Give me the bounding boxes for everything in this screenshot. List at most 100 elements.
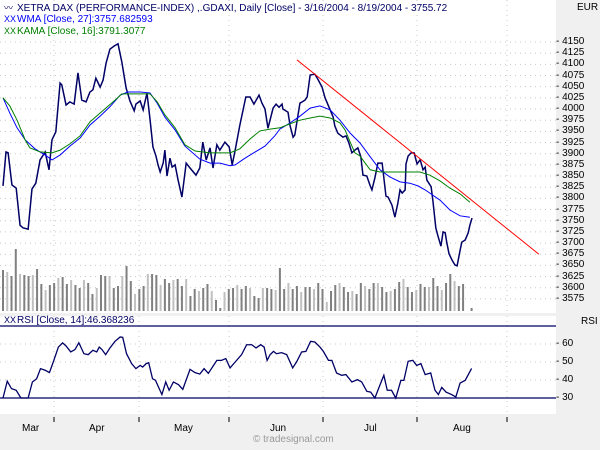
legend-kama[interactable]: XXKAMA [Close, 16]:3791.3077 — [4, 26, 145, 37]
volume-bar — [215, 300, 217, 311]
volume-bar — [287, 283, 290, 311]
price-tick-label: - 3625 — [556, 270, 585, 282]
month-label: Aug — [453, 423, 471, 434]
volume-bar — [232, 288, 235, 311]
volume-bar — [462, 284, 465, 311]
volume-bar — [138, 289, 141, 311]
price-tick-label: - 3750 — [556, 214, 585, 226]
price-tick-label: - 3975 — [556, 114, 585, 126]
volume-bar — [53, 283, 56, 311]
volume-bar — [440, 290, 443, 311]
volume-bar — [291, 289, 294, 311]
volume-bar — [406, 287, 409, 311]
indicator-icon: XX — [4, 315, 17, 325]
volume-bar — [227, 289, 230, 311]
volume-bar — [359, 283, 362, 311]
volume-bar — [23, 275, 26, 311]
price-tick-label: - 3875 — [556, 158, 585, 170]
price-tick-label: - 3575 — [556, 292, 585, 304]
volume-bar — [6, 272, 9, 311]
volume-bar — [308, 287, 311, 311]
month-label: Apr — [89, 423, 105, 434]
volume-bar — [14, 249, 17, 311]
rsi-tick-label: - 30 — [556, 392, 574, 403]
volume-bar — [317, 283, 320, 311]
currency-label: EUR — [577, 2, 599, 13]
price-tick-label: - 3950 — [556, 125, 585, 137]
volume-bar — [295, 286, 298, 311]
volume-bar — [202, 288, 205, 311]
volume-bar — [325, 302, 328, 311]
volume-bar — [312, 289, 315, 311]
volume-bar — [108, 276, 111, 311]
volume-bar — [321, 289, 324, 311]
legend-wma[interactable]: XXWMA [Close, 27]:3757.682593 — [4, 14, 153, 25]
axis-ticks — [53, 417, 508, 422]
volume-bar — [197, 291, 200, 311]
watermark: © tradesignal.com — [253, 434, 334, 445]
volume-bar — [31, 275, 34, 311]
legend-title: 〰 XETRA DAX (PERFORMANCE-INDEX) ,.GDAXI, … — [4, 1, 447, 14]
volume-bar — [453, 281, 456, 311]
price-tick-label: - 3825 — [556, 181, 585, 193]
kama-label: KAMA [Close, 16]:3791.3077 — [17, 26, 146, 37]
rsi-axis-label: RSI — [581, 316, 598, 327]
indicator-icon: XX — [4, 26, 17, 36]
volume-bar — [19, 274, 22, 311]
price-tick-label: - 3725 — [556, 225, 585, 237]
volume-bar — [121, 276, 124, 311]
volume-bar — [368, 289, 371, 311]
volume-bar — [261, 288, 264, 311]
volume-bar — [300, 292, 303, 311]
volume-bar — [146, 274, 149, 311]
volume-bar — [351, 291, 354, 311]
volume-bar — [270, 289, 273, 311]
volume-bar — [428, 287, 430, 311]
price-tick-label: - 4050 — [556, 80, 585, 92]
volume-bar — [82, 280, 85, 311]
volume-bar — [155, 275, 158, 311]
volume-bar — [10, 276, 13, 311]
volume-bar — [2, 270, 4, 311]
volume-bar — [393, 289, 396, 311]
month-label: May — [174, 423, 193, 434]
rsi-tick-label: - 50 — [556, 356, 574, 367]
volume-bar — [219, 308, 222, 311]
volume-bar — [253, 296, 256, 311]
volume-bar — [419, 284, 422, 311]
rsi-panel-bg — [0, 316, 556, 414]
volume-bar — [36, 269, 39, 311]
volume-bar — [347, 292, 350, 311]
volume-bar — [74, 285, 77, 311]
month-label: Mar — [22, 423, 40, 434]
volume-bar — [398, 282, 401, 311]
volume-bar — [372, 283, 375, 311]
price-tick-label: - 3650 — [556, 259, 585, 271]
volume-bar — [163, 279, 166, 311]
volume-bar — [240, 289, 243, 311]
volume-bar — [330, 291, 333, 311]
price-tick-label: - 3800 — [556, 192, 585, 204]
volume-bar — [168, 283, 171, 311]
volume-bar — [78, 288, 81, 311]
volume-bar — [91, 294, 94, 311]
volume-bar — [44, 290, 47, 311]
volume-bar — [129, 281, 132, 311]
volume-bar — [364, 286, 367, 311]
volume-bar — [274, 290, 277, 311]
volume-bar — [61, 277, 64, 311]
price-tick-label: - 3850 — [556, 170, 585, 182]
indicator-icon: XX — [4, 14, 17, 24]
wma-label: WMA [Close, 27]:3757.682593 — [17, 14, 153, 25]
volume-bar — [342, 287, 345, 311]
volume-bar — [423, 287, 426, 311]
legend-rsi[interactable]: XXRSI [Close, 14]:46.368236 — [4, 315, 134, 326]
volume-bar — [172, 280, 175, 311]
price-tick-label: - 3900 — [556, 147, 585, 159]
volume-bar — [159, 285, 162, 311]
volume-bar — [304, 287, 307, 311]
volume-bar — [185, 279, 188, 311]
volume-bar — [436, 286, 439, 311]
volume-bar — [193, 289, 196, 311]
volume-bar — [95, 288, 98, 311]
